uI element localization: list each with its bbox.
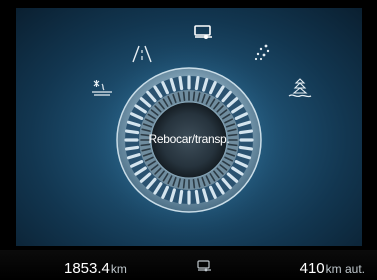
- odometer-value: 1853.4: [64, 260, 110, 277]
- slippery-road-icon[interactable]: [130, 44, 154, 64]
- instrument-cluster-display: Rebocar/transp. 1853.4km 410km aut.: [0, 0, 377, 280]
- range-remaining: 410km aut.: [300, 260, 365, 278]
- range-value: 410: [299, 260, 325, 277]
- odometer-unit: km: [110, 262, 127, 276]
- range-unit: km aut.: [325, 262, 365, 276]
- odometer: 1853.4km: [64, 260, 127, 278]
- sand-icon[interactable]: [252, 42, 274, 62]
- drive-mode-label: Rebocar/transp.: [148, 132, 230, 146]
- trailer-tow-icon[interactable]: [192, 24, 214, 42]
- mud-ruts-icon[interactable]: [287, 78, 313, 100]
- trailer-tow-icon: [197, 260, 211, 272]
- snow-icon[interactable]: [90, 78, 114, 98]
